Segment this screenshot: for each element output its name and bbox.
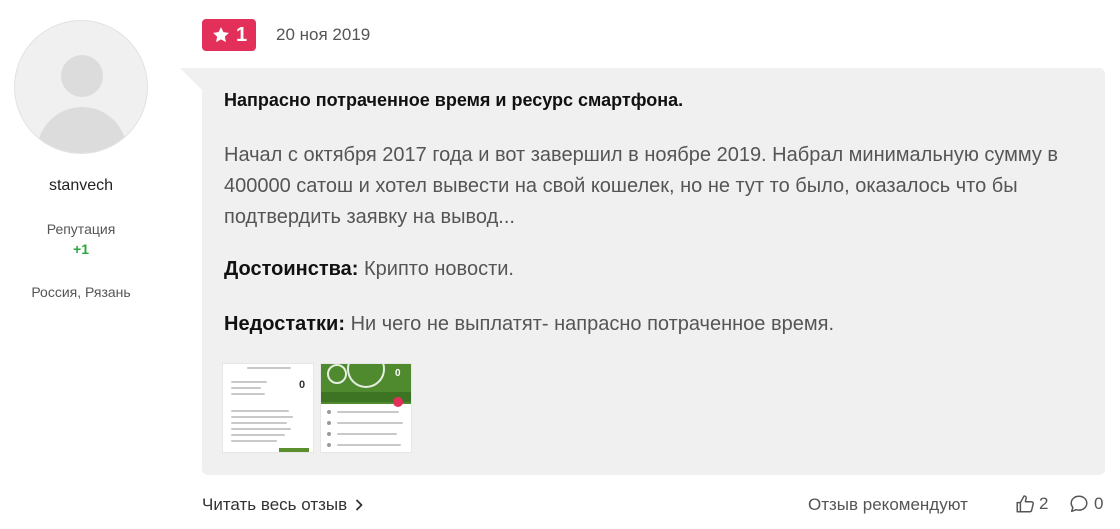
thumb-text-line [231,434,285,436]
likes-count: 2 [1039,494,1049,513]
review-title[interactable]: Напрасно потраченное время и ресурс смар… [224,90,683,111]
review-pros: Достоинства: Крипто новости. [224,258,514,281]
card-notch [180,68,202,90]
thumbs-up-icon [1016,495,1034,513]
reputation-value: +1 [73,241,89,257]
thumb-text-line [337,433,397,435]
pros-text: Крипто новости. [364,258,514,280]
rating-badge: 1 [202,19,256,51]
thumb-text-line [231,410,289,412]
thumb-ring-shape [327,364,347,384]
thumb-text-line [231,422,287,424]
review-cons: Недостатки: Ни чего не выплатят- напрасн… [224,313,834,336]
thumb-text-line [231,393,265,395]
comments-button[interactable]: 0 [1068,493,1103,515]
thumb-list-dot [327,410,331,414]
thumb-text-line [231,440,277,442]
avatar-head-shape [61,55,103,97]
star-icon [213,27,229,43]
review-photo-thumbnail[interactable]: 0 [320,363,412,453]
cons-label: Недостатки: [224,313,346,335]
thumb-list-dot [327,421,331,425]
thumb-text-line [337,444,401,446]
thumb-badge-shape [393,397,403,407]
cons-text: Ни чего не выплатят- напрасно потраченно… [350,313,834,335]
read-full-review-link[interactable]: Читать весь отзыв [202,495,364,515]
thumb-text-line [247,367,291,369]
thumb-list-dot [327,432,331,436]
thumb-text-line [231,387,261,389]
author-name[interactable]: stanvech [0,177,162,195]
avatar[interactable] [14,20,148,154]
review-date: 20 ноя 2019 [276,25,371,44]
recommend-label: Отзыв рекомендуют [808,495,968,514]
like-button[interactable]: 2 [1014,493,1048,515]
avatar-body-shape [37,107,127,153]
thumb-text-line [231,381,267,383]
thumb-list-dot [327,443,331,447]
author-location: Россия, Рязань [31,284,131,300]
author-panel: stanvech Репутация +1 Россия, Рязань [0,0,165,529]
review-text: Начал с октября 2017 года и вот завершил… [224,144,1059,228]
thumb-text-line [231,416,293,418]
thumb-button-shape [279,448,309,452]
chevron-right-icon [356,499,363,511]
thumb-counter-glyph: 0 [299,379,306,391]
thumb-text-line [337,422,403,424]
thumb-text-line [231,428,291,430]
reputation-label: Репутация [46,221,116,237]
read-more-label: Читать весь отзыв [202,495,348,514]
review-photo-thumbnail[interactable]: 0 [222,363,314,453]
comments-count: 0 [1094,494,1104,513]
thumb-text-line [337,411,399,413]
pros-label: Достоинства: [224,258,359,280]
thumb-counter-glyph: 0 [395,368,401,379]
comment-icon [1070,495,1088,513]
rating-value: 1 [235,24,248,46]
